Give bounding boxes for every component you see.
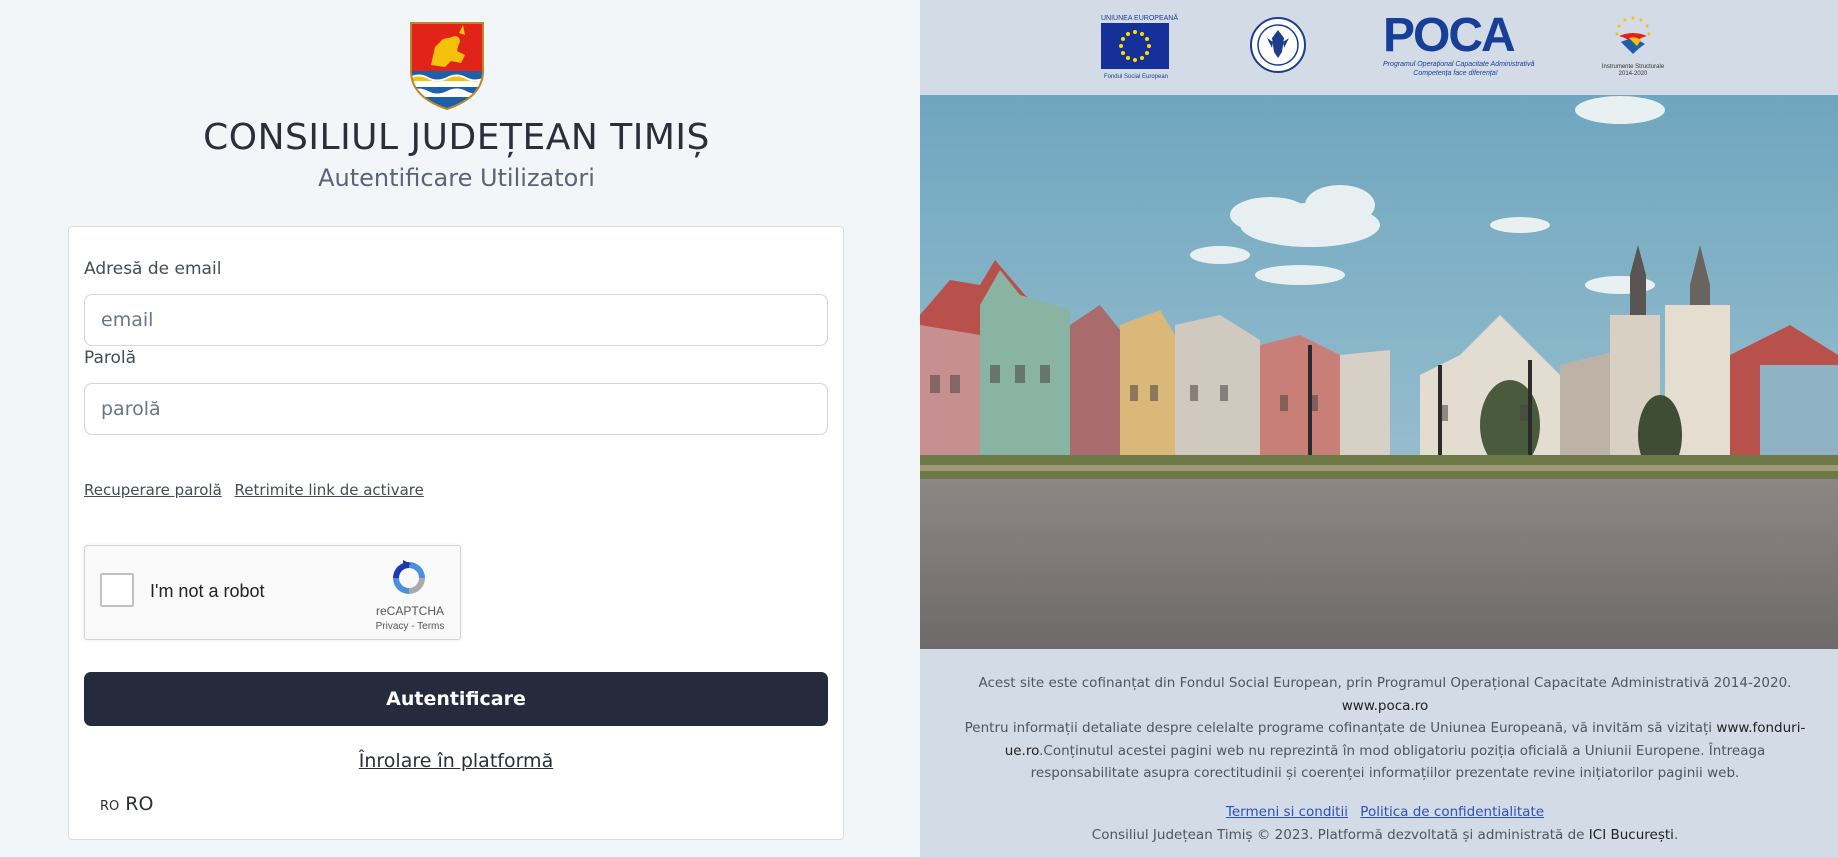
ici-name: ICI București (1588, 827, 1674, 843)
funding-notice: Acest site este cofinanțat din Fondul So… (960, 672, 1810, 785)
email-label: Adresă de email (84, 259, 222, 279)
recaptcha-widget: I'm not a robot reCAPTCHA Privacy - Term… (84, 545, 461, 640)
structural-instruments-line1: Instrumente Structurale (1601, 64, 1665, 70)
resend-activation-link[interactable]: Retrimite link de activare (235, 481, 424, 499)
enroll-section: Înrolare în platformă (69, 750, 843, 772)
language-label: RO (125, 793, 154, 815)
copyright: Consiliul Județean Timiș © 2023. Platfor… (960, 827, 1810, 843)
recaptcha-separator: - (408, 621, 418, 632)
recaptcha-logo-icon (393, 560, 425, 594)
recover-password-link[interactable]: Recuperare parolă (84, 481, 222, 499)
copyright-suffix: . (1673, 827, 1679, 843)
footer-links: Termeni si conditii Politica de confiden… (960, 804, 1810, 820)
copyright-prefix: Consiliul Județean Timiș © 2023. Platfor… (1091, 827, 1589, 843)
page-title: CONSILIUL JUDEȚEAN TIMIȘ (203, 117, 710, 158)
eu-logo: UNIUNEA EUROPEANĂ Fondul Social European (1101, 15, 1179, 80)
poca-logo-line2: Competența face diferența! (1413, 70, 1498, 77)
recaptcha-label: I'm not a robot (150, 581, 265, 601)
funding-logos: UNIUNEA EUROPEANĂ Fondul Social European… (920, 0, 1838, 95)
funding-notice-suffix: .Conținutul acestei pagini web nu reprez… (1030, 742, 1766, 782)
funding-notice-line2: Pentru informații detaliate despre celel… (960, 717, 1810, 785)
recaptcha-privacy-link[interactable]: Privacy (376, 621, 409, 632)
login-panel: CONSILIUL JUDEȚEAN TIMIȘ Autentificare U… (0, 0, 920, 857)
password-input[interactable] (84, 383, 828, 435)
account-links: Recuperare parolă Retrimite link de acti… (84, 481, 432, 499)
funding-notice-prefix: Pentru informații detaliate despre celel… (964, 720, 1717, 736)
login-form: Adresă de email Parolă Recuperare parolă… (68, 226, 844, 840)
recaptcha-checkbox[interactable] (100, 573, 134, 607)
page-subtitle: Autentificare Utilizatori (318, 164, 595, 192)
login-button[interactable]: Autentificare (84, 672, 828, 726)
poca-url: www.poca.ro (1341, 697, 1429, 714)
privacy-policy-link[interactable]: Politica de confidentialitate (1360, 804, 1544, 820)
password-label: Parolă (84, 348, 137, 368)
structural-instruments-logo: Instrumente Structurale 2014-2020 (1598, 14, 1668, 78)
funding-notice-line1: Acest site este cofinanțat din Fondul So… (978, 675, 1792, 691)
info-panel: UNIUNEA EUROPEANĂ Fondul Social European… (920, 0, 1838, 857)
structural-instruments-icon (1615, 16, 1651, 54)
language-code: RO (100, 799, 120, 814)
poca-logo: POCA Programul Operațional Capacitate Ad… (1383, 9, 1535, 78)
eu-logo-bottom-text: Fondul Social European (1103, 74, 1169, 80)
eu-flag-icon (1101, 23, 1169, 69)
terms-link[interactable]: Termeni si conditii (1226, 804, 1348, 820)
poca-logo-line1: Programul Operațional Capacitate Adminis… (1383, 61, 1535, 68)
email-input[interactable] (84, 294, 828, 346)
language-selector[interactable]: RO RO (100, 793, 153, 815)
recaptcha-terms-link[interactable]: Terms (417, 621, 444, 632)
coat-of-arms-icon (410, 22, 484, 111)
eu-logo-top-text: UNIUNEA EUROPEANĂ (1101, 15, 1179, 22)
structural-instruments-line2: 2014-2020 (1618, 71, 1648, 77)
recaptcha-brand: reCAPTCHA (375, 604, 444, 618)
romanian-government-seal-icon (1250, 17, 1306, 73)
enroll-link[interactable]: Înrolare în platformă (359, 750, 553, 772)
poca-logo-word: POCA (1383, 9, 1516, 62)
timisoara-square-photo (920, 95, 1838, 649)
recaptcha-terms: Privacy - Terms (365, 621, 455, 632)
